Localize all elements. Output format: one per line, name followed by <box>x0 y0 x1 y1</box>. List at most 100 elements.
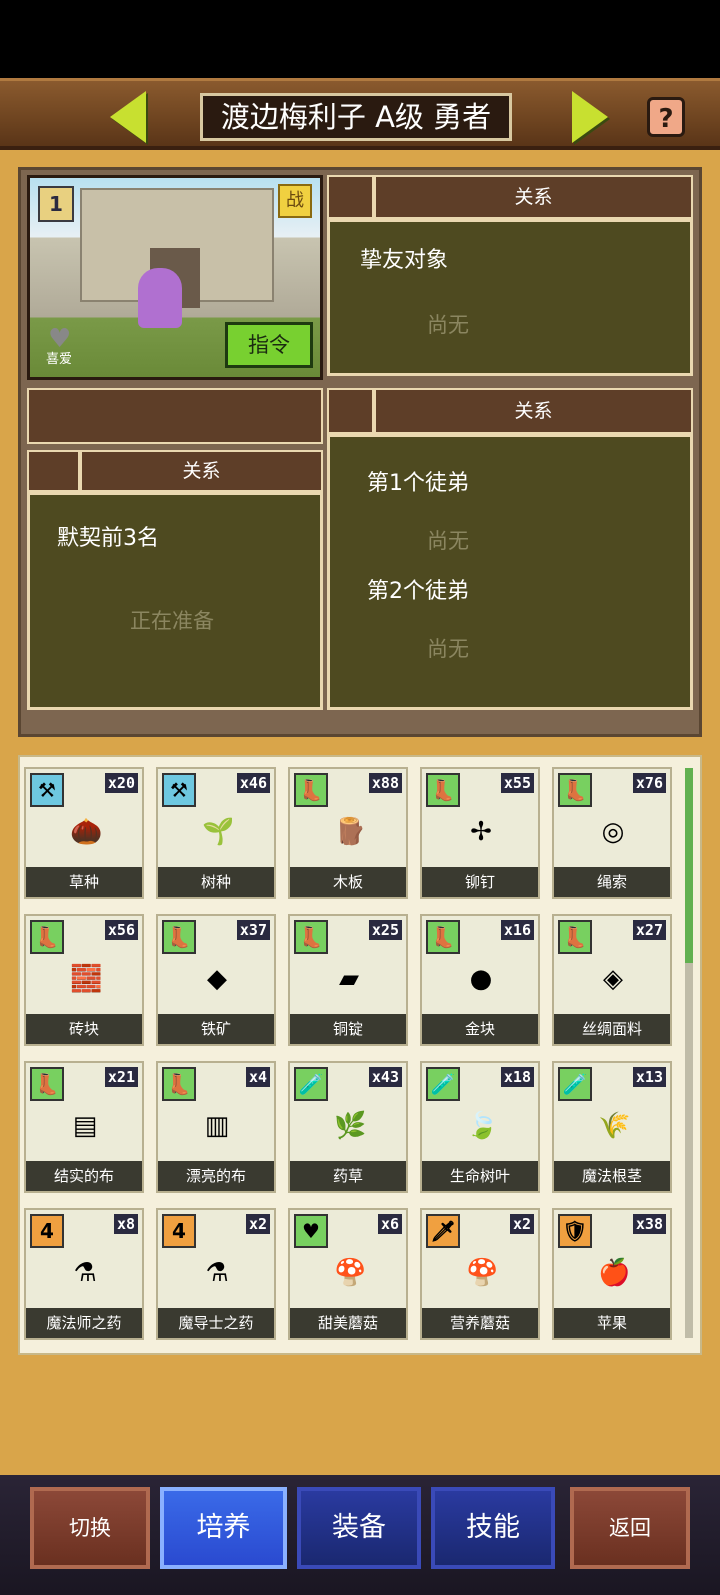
inventory-item[interactable]: ⚒ x46 🌱 树种 <box>156 767 276 899</box>
boot-badge-icon: 👢 <box>426 773 460 807</box>
contract-value: 正在准备 <box>130 609 214 633</box>
like-label: 喜爱 <box>46 352 73 367</box>
boot-badge-icon: 👢 <box>162 920 196 954</box>
inventory-item[interactable]: ⚒ x20 🌰 草种 <box>24 767 144 899</box>
item-count: x16 <box>500 920 534 940</box>
item-name: 魔法根茎 <box>554 1161 670 1191</box>
character-title: 渡边梅利子 A级 勇者 <box>200 93 512 141</box>
mage-potion-icon: ⚗ <box>73 1258 97 1288</box>
inventory-item[interactable]: 👢 x27 ◈ 丝绸面料 <box>552 914 672 1046</box>
boot-badge-icon: 👢 <box>294 920 328 954</box>
disciples-header-tab <box>327 388 374 434</box>
boot-badge-icon: 👢 <box>558 773 592 807</box>
help-button[interactable]: ? <box>647 97 685 137</box>
disciple-2-title: 第2个徒弟 <box>367 579 469 604</box>
inventory-item[interactable]: 🛡 x38 🍎 苹果 <box>552 1208 672 1340</box>
inventory-item[interactable]: 👢 x16 ● 金块 <box>420 914 540 1046</box>
item-count: x88 <box>368 773 402 793</box>
hammer-badge-icon: ⚒ <box>30 773 64 807</box>
rope-icon: ◎ <box>601 817 625 847</box>
friend-header: 关系 <box>374 175 693 219</box>
inventory-scroll-thumb[interactable] <box>685 768 693 963</box>
friend-value: 尚无 <box>427 313 469 337</box>
inventory-item[interactable]: 🧪 x43 🌿 药草 <box>288 1061 408 1193</box>
inventory-item[interactable]: 🧪 x18 🍃 生命树叶 <box>420 1061 540 1193</box>
item-count: x4 <box>245 1067 270 1087</box>
item-count: x43 <box>368 1067 402 1087</box>
battle-badge-icon: 战 <box>278 184 312 218</box>
back-button[interactable]: 返回 <box>570 1487 690 1569</box>
inventory-item[interactable]: 👢 x21 ▤ 结实的布 <box>24 1061 144 1193</box>
potion-badge-icon: 🧪 <box>426 1067 460 1101</box>
inventory-item[interactable]: ♥ x6 🍄 甜美蘑菇 <box>288 1208 408 1340</box>
item-name: 漂亮的布 <box>158 1161 274 1191</box>
item-name: 铁矿 <box>158 1014 274 1044</box>
plank-icon: 🪵 <box>334 817 367 847</box>
tab-equip[interactable]: 装备 <box>297 1487 421 1569</box>
tab-skill[interactable]: 技能 <box>431 1487 555 1569</box>
inventory-item[interactable]: 👢 x88 🪵 木板 <box>288 767 408 899</box>
inventory-item[interactable]: 👢 x76 ◎ 绳索 <box>552 767 672 899</box>
friend-title: 挚友对象 <box>360 248 449 273</box>
inventory-item[interactable]: 4 x8 ⚗ 魔法师之药 <box>24 1208 144 1340</box>
inventory-item[interactable]: 🗡 x2 🍄 营养蘑菇 <box>420 1208 540 1340</box>
boot-badge-icon: 👢 <box>30 1067 64 1101</box>
item-count: x55 <box>500 773 534 793</box>
heart-badge-icon: ♥ <box>294 1214 328 1248</box>
command-button[interactable]: 指令 <box>225 322 313 368</box>
iron-ore-icon: ◆ <box>207 964 227 994</box>
potion-badge-icon: 🧪 <box>294 1067 328 1101</box>
hero-sprite <box>138 268 182 328</box>
item-name: 铆钉 <box>422 867 538 897</box>
previous-arrow-icon[interactable] <box>110 91 146 143</box>
item-name: 魔导士之药 <box>158 1308 274 1338</box>
inventory-item[interactable]: 👢 x4 ▥ 漂亮的布 <box>156 1061 276 1193</box>
boot-badge-icon: 👢 <box>30 920 64 954</box>
boot-badge-icon: 👢 <box>558 920 592 954</box>
item-name: 砖块 <box>26 1014 142 1044</box>
sword-badge-icon: 🗡 <box>426 1214 460 1248</box>
rank-badge-icon: 1 <box>38 186 74 222</box>
item-name: 铜锭 <box>290 1014 406 1044</box>
contract-header: 关系 <box>80 450 323 492</box>
item-name: 金块 <box>422 1014 538 1044</box>
item-count: x8 <box>113 1214 138 1234</box>
boot-badge-icon: 👢 <box>426 920 460 954</box>
switch-button[interactable]: 切换 <box>30 1487 150 1569</box>
potion-badge-icon: 🧪 <box>558 1067 592 1101</box>
blank-header <box>27 388 323 444</box>
inventory-item[interactable]: 👢 x56 🧱 砖块 <box>24 914 144 1046</box>
silk-cloth-icon: ◈ <box>603 964 623 994</box>
sweet-mushroom-icon: 🍄 <box>334 1258 367 1288</box>
boot-badge-icon: 👢 <box>294 773 328 807</box>
disciple-2-value: 尚无 <box>427 637 469 661</box>
pretty-cloth-icon: ▥ <box>204 1111 230 1141</box>
item-count: x56 <box>104 920 138 940</box>
item-name: 甜美蘑菇 <box>290 1308 406 1338</box>
brick-icon: 🧱 <box>70 964 103 994</box>
rivet-icon: ✢ <box>470 817 492 847</box>
item-count: x6 <box>377 1214 402 1234</box>
sprout-icon: 🌱 <box>202 817 235 847</box>
apple-icon: 🍎 <box>598 1258 631 1288</box>
item-count: x76 <box>632 773 666 793</box>
herb-icon: 🌿 <box>334 1111 367 1141</box>
nutrition-mushroom-icon: 🍄 <box>466 1258 499 1288</box>
inventory-item[interactable]: 4 x2 ⚗ 魔导士之药 <box>156 1208 276 1340</box>
item-name: 结实的布 <box>26 1161 142 1191</box>
tab-train[interactable]: 培养 <box>160 1487 287 1569</box>
item-name: 药草 <box>290 1161 406 1191</box>
magic-root-icon: 🌾 <box>598 1111 631 1141</box>
next-arrow-icon[interactable] <box>572 91 608 143</box>
item-name: 草种 <box>26 867 142 897</box>
item-count: x13 <box>632 1067 666 1087</box>
inventory-item[interactable]: 👢 x25 ▰ 铜锭 <box>288 914 408 1046</box>
inventory-item[interactable]: 🧪 x13 🌾 魔法根茎 <box>552 1061 672 1193</box>
boot-badge-icon: 👢 <box>162 1067 196 1101</box>
inventory-item[interactable]: 👢 x37 ◆ 铁矿 <box>156 914 276 1046</box>
disciples-header: 关系 <box>374 388 693 434</box>
item-name: 树种 <box>158 867 274 897</box>
friend-header-tab <box>327 175 374 219</box>
inventory-item[interactable]: 👢 x55 ✢ 铆钉 <box>420 767 540 899</box>
item-count: x21 <box>104 1067 138 1087</box>
